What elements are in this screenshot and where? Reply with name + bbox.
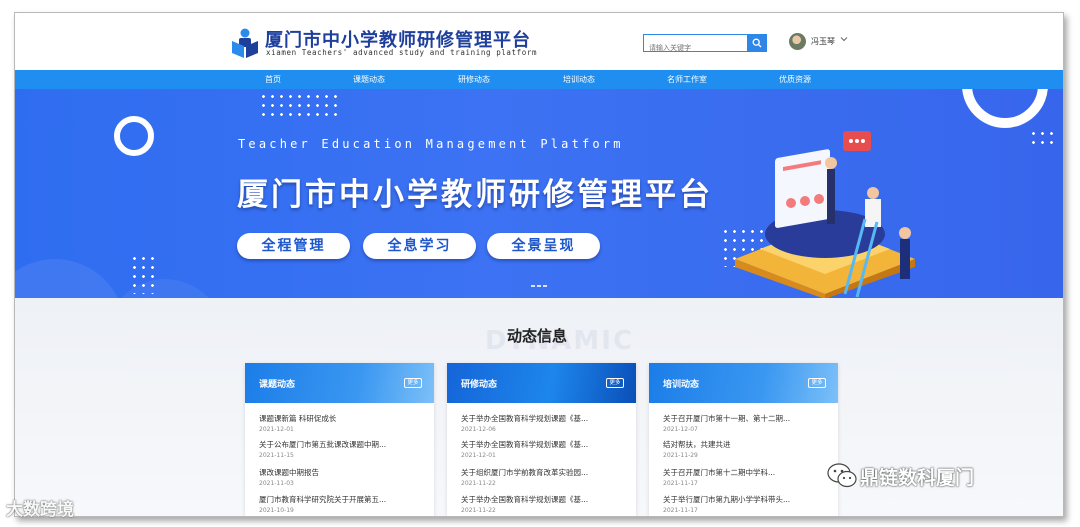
- main-nav: 首页 课题动态 研修动态 培训动态 名师工作室 优质资源: [15, 70, 1063, 89]
- banner-title: 厦门市中小学教师研修管理平台: [237, 177, 713, 213]
- decorative-ring-icon: [962, 89, 1048, 128]
- more-button[interactable]: 更多: [606, 378, 624, 388]
- watermark-right: 鼎链数科厦门: [860, 467, 975, 489]
- decorative-dots: [259, 92, 343, 120]
- more-button[interactable]: 更多: [404, 378, 422, 388]
- card-header: 培训动态 更多: [649, 363, 838, 403]
- decorative-waves: [15, 259, 209, 298]
- list-item[interactable]: 关于举行厦门市第九期小学学科带头... 2021-11-17: [663, 494, 828, 514]
- carousel-dot[interactable]: [537, 285, 541, 287]
- isometric-education-illustration: [735, 131, 915, 298]
- item-title[interactable]: 课题课新篇 科研促成长: [259, 413, 424, 424]
- pill-holographic-learning[interactable]: 全息学习: [363, 233, 476, 259]
- list-item[interactable]: 课改课题中期报告 2021-11-03: [259, 467, 424, 487]
- item-date: 2021-12-07: [663, 426, 698, 433]
- section-title: 动态信息: [507, 327, 568, 345]
- card-training-news: 培训动态 更多 关于召开厦门市第十一期、第十二期... 2021-12-07 结…: [649, 363, 838, 516]
- list-item[interactable]: 结对帮扶，共建共进 2021-11-29: [663, 439, 828, 459]
- item-date: 2021-12-06: [461, 426, 496, 433]
- list-item[interactable]: 关于举办全国教育科学规划课题《基... 2021-12-01: [461, 439, 626, 459]
- pill-full-process-management[interactable]: 全程管理: [237, 233, 350, 259]
- nav-item-master-studio[interactable]: 名师工作室: [667, 74, 707, 85]
- item-date: 2021-11-29: [663, 452, 698, 459]
- nav-item-home[interactable]: 首页: [265, 74, 281, 85]
- list-item[interactable]: 厦门市教育科学研究院关于开展第五... 2021-10-19: [259, 494, 424, 514]
- item-date: 2021-11-15: [259, 452, 294, 459]
- card-title: 研修动态: [461, 380, 498, 390]
- carousel-dot[interactable]: [543, 285, 547, 287]
- wechat-icon: [827, 463, 857, 488]
- item-title[interactable]: 关于召开厦门市第十二期中学科...: [663, 467, 828, 478]
- carousel-dot[interactable]: [531, 285, 535, 287]
- reading-person-logo-icon: [232, 28, 258, 58]
- search-button[interactable]: [747, 34, 767, 52]
- nav-item-quality-resources[interactable]: 优质资源: [779, 74, 811, 85]
- site-header: 厦门市中小学教师研修管理平台 xiamen Teachers' advanced…: [15, 13, 1063, 70]
- item-date: 2021-11-22: [461, 480, 496, 487]
- list-item[interactable]: 关于组织厦门市学前教育改革实验园... 2021-11-22: [461, 467, 626, 487]
- chevron-down-icon[interactable]: [840, 35, 848, 43]
- item-title[interactable]: 课改课题中期报告: [259, 467, 424, 478]
- item-title[interactable]: 关于公布厦门市第五批课改课题中期...: [259, 439, 424, 450]
- item-title[interactable]: 关于组织厦门市学前教育改革实验园...: [461, 467, 626, 478]
- list-item[interactable]: 关于举办全国教育科学规划课题《基... 2021-12-06: [461, 413, 626, 433]
- item-date: 2021-12-01: [461, 452, 496, 459]
- card-title: 培训动态: [663, 380, 700, 390]
- item-title[interactable]: 关于召开厦门市第十一期、第十二期...: [663, 413, 828, 424]
- nav-item-topic-news[interactable]: 课题动态: [353, 74, 385, 85]
- watermark-left: 大数跨境: [6, 495, 74, 520]
- card-header: 研修动态 更多: [447, 363, 636, 403]
- item-title[interactable]: 结对帮扶，共建共进: [663, 439, 828, 450]
- list-item[interactable]: 课题课新篇 科研促成长 2021-12-01: [259, 413, 424, 433]
- list-item[interactable]: 关于召开厦门市第十二期中学科... 2021-11-17: [663, 467, 828, 487]
- nav-item-study-news[interactable]: 研修动态: [458, 74, 490, 85]
- search-input[interactable]: [644, 40, 748, 56]
- more-button[interactable]: 更多: [808, 378, 826, 388]
- item-date: 2021-12-01: [259, 426, 294, 433]
- watermark-left-text: 大数跨境: [6, 500, 74, 520]
- search-box: [643, 34, 767, 56]
- browser-frame: 厦门市中小学教师研修管理平台 xiamen Teachers' advanced…: [14, 12, 1064, 517]
- nav-item-training-news[interactable]: 培训动态: [563, 74, 595, 85]
- list-item[interactable]: 关于举办全国教育科学规划课题《基... 2021-11-22: [461, 494, 626, 514]
- item-date: 2021-10-19: [259, 507, 294, 514]
- hero-banner[interactable]: Teacher Education Management Platform 厦门…: [15, 89, 1063, 298]
- item-title[interactable]: 关于举行厦门市第九期小学学科带头...: [663, 494, 828, 505]
- item-title[interactable]: 关于举办全国教育科学规划课题《基...: [461, 413, 626, 424]
- banner-english-title: Teacher Education Management Platform: [238, 137, 624, 151]
- site-subtitle: xiamen Teachers' advanced study and trai…: [266, 48, 538, 57]
- card-title: 课题动态: [259, 380, 296, 390]
- user-name[interactable]: 冯玉琴: [811, 36, 835, 47]
- card-header: 课题动态 更多: [245, 363, 434, 403]
- card-study-news: 研修动态 更多 关于举办全国教育科学规划课题《基... 2021-12-06 关…: [447, 363, 636, 516]
- item-date: 2021-11-17: [663, 480, 698, 487]
- item-title[interactable]: 厦门市教育科学研究院关于开展第五...: [259, 494, 424, 505]
- item-title[interactable]: 关于举办全国教育科学规划课题《基...: [461, 439, 626, 450]
- item-date: 2021-11-03: [259, 480, 294, 487]
- list-item[interactable]: 关于召开厦门市第十一期、第十二期... 2021-12-07: [663, 413, 828, 433]
- pill-panoramic-presentation[interactable]: 全景呈现: [487, 233, 600, 259]
- search-icon: [752, 38, 762, 48]
- item-date: 2021-11-22: [461, 507, 496, 514]
- item-title[interactable]: 关于举办全国教育科学规划课题《基...: [461, 494, 626, 505]
- user-avatar[interactable]: [789, 33, 806, 50]
- list-item[interactable]: 关于公布厦门市第五批课改课题中期... 2021-11-15: [259, 439, 424, 459]
- card-topic-news: 课题动态 更多 课题课新篇 科研促成长 2021-12-01 关于公布厦门市第五…: [245, 363, 434, 516]
- item-date: 2021-11-17: [663, 507, 698, 514]
- decorative-ring-icon: [114, 116, 154, 156]
